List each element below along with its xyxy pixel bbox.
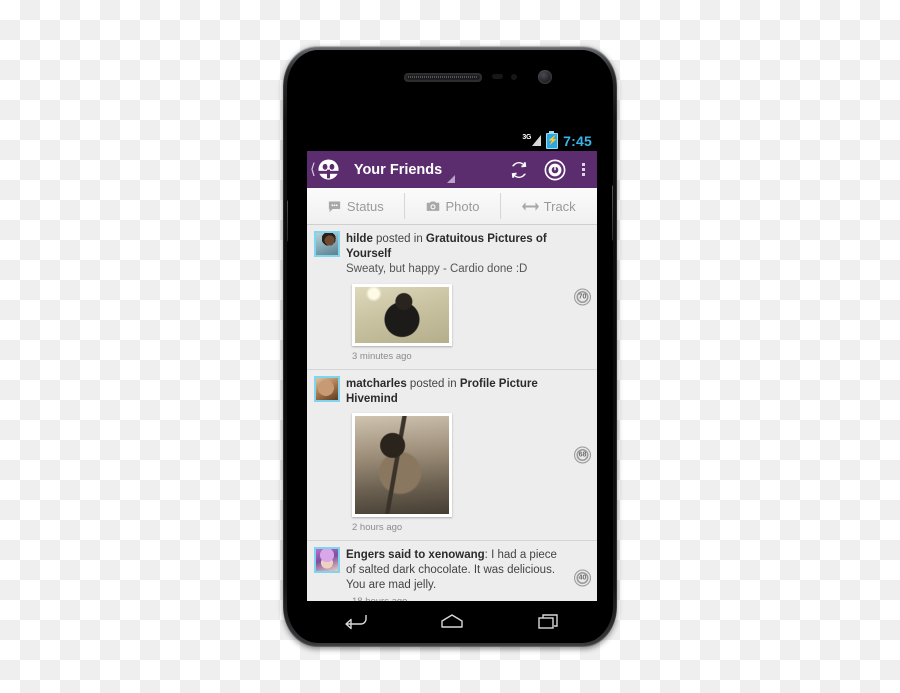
- nav-home-button[interactable]: [429, 606, 475, 636]
- fitocracy-logo-icon[interactable]: [317, 158, 340, 181]
- tab-status[interactable]: Status: [307, 188, 404, 224]
- phone-device: 3G 7:45 ⟨ Your Friends: [283, 46, 617, 647]
- tab-track[interactable]: Track: [500, 188, 597, 224]
- arrows-horizontal-icon: [521, 201, 539, 211]
- signal-triangle-icon: [532, 135, 542, 146]
- tab-photo[interactable]: Photo: [403, 188, 501, 224]
- points-badge[interactable]: 70: [574, 288, 591, 306]
- post-text: hilde posted in Gratuitous Pictures of Y…: [346, 231, 567, 278]
- post-timestamp: 2 hours ago: [352, 521, 403, 533]
- light-sensor-icon: [511, 74, 517, 80]
- post-username[interactable]: Engers said to xenowang: [346, 549, 485, 561]
- avatar[interactable]: [314, 546, 340, 573]
- status-bar-clock: 7:45: [563, 132, 592, 149]
- phone-screen: 3G 7:45 ⟨ Your Friends: [307, 130, 597, 601]
- refresh-button[interactable]: [501, 151, 537, 188]
- battery-charging-icon: [546, 130, 559, 149]
- tab-status-label: Status: [346, 198, 384, 214]
- home-nav-icon: [441, 614, 463, 628]
- post-header: hilde posted in Gratuitous Pictures of Y…: [314, 231, 567, 278]
- post-action: posted in: [372, 233, 426, 245]
- status-bar: 3G 7:45: [307, 130, 597, 151]
- overflow-menu-button[interactable]: [573, 151, 593, 188]
- post-photo[interactable]: [352, 412, 452, 517]
- power-button[interactable]: [287, 200, 288, 242]
- android-navigation-bar: [307, 601, 597, 641]
- camera-icon: [426, 201, 439, 211]
- post-username[interactable]: hilde: [346, 233, 373, 245]
- action-bar: ⟨ Your Friends: [307, 151, 597, 188]
- speech-bubble-icon: [328, 201, 341, 212]
- refresh-icon: [511, 161, 527, 178]
- back-chevron-icon[interactable]: ⟨: [310, 162, 316, 177]
- front-camera-icon: [538, 70, 552, 84]
- nav-recents-button[interactable]: [526, 606, 572, 636]
- network-type-label: 3G: [522, 134, 532, 141]
- phone-front-glass: 3G 7:45 ⟨ Your Friends: [287, 50, 613, 643]
- dropdown-triangle-icon[interactable]: [447, 175, 456, 183]
- post-text: Engers said to xenowang: I had a piece o…: [346, 547, 567, 594]
- overflow-dot: [581, 168, 585, 171]
- post-timestamp: 3 minutes ago: [352, 350, 412, 362]
- overflow-dot: [581, 163, 585, 166]
- nav-back-button[interactable]: [332, 606, 378, 636]
- back-nav-icon: [345, 615, 368, 630]
- points-badge[interactable]: 40: [574, 569, 591, 587]
- post-header: Engers said to xenowang: I had a piece o…: [314, 546, 567, 594]
- overflow-dot: [581, 173, 585, 176]
- tab-bar: Status Photo Track: [307, 188, 597, 225]
- tab-track-label: Track: [543, 198, 576, 214]
- recents-nav-icon: [537, 614, 558, 629]
- feed-post[interactable]: hilde posted in Gratuitous Pictures of Y…: [307, 225, 597, 370]
- feed-post[interactable]: matcharles posted in Profile Picture Hiv…: [307, 369, 597, 541]
- volume-rocker[interactable]: [612, 185, 613, 241]
- points-badge[interactable]: 68: [574, 446, 591, 464]
- proximity-sensor-icon: [492, 74, 503, 79]
- avatar[interactable]: [314, 231, 340, 257]
- activity-feed[interactable]: hilde posted in Gratuitous Pictures of Y…: [307, 225, 597, 601]
- post-action: posted in: [406, 377, 460, 390]
- feed-post[interactable]: Engers said to xenowang: I had a piece o…: [307, 540, 597, 601]
- tab-photo-label: Photo: [445, 198, 480, 214]
- post-body: Sweaty, but happy - Cardio done :D: [346, 263, 528, 276]
- post-username[interactable]: matcharles: [346, 378, 407, 390]
- post-photo[interactable]: [352, 283, 452, 346]
- page-title: Your Friends: [353, 161, 443, 178]
- track-workout-button[interactable]: [537, 151, 573, 188]
- earpiece-speaker-icon: [404, 73, 482, 82]
- post-text: matcharles posted in Profile Picture Hiv…: [346, 376, 567, 407]
- record-target-icon: [544, 159, 566, 180]
- post-header: matcharles posted in Profile Picture Hiv…: [314, 375, 567, 407]
- avatar[interactable]: [314, 375, 340, 402]
